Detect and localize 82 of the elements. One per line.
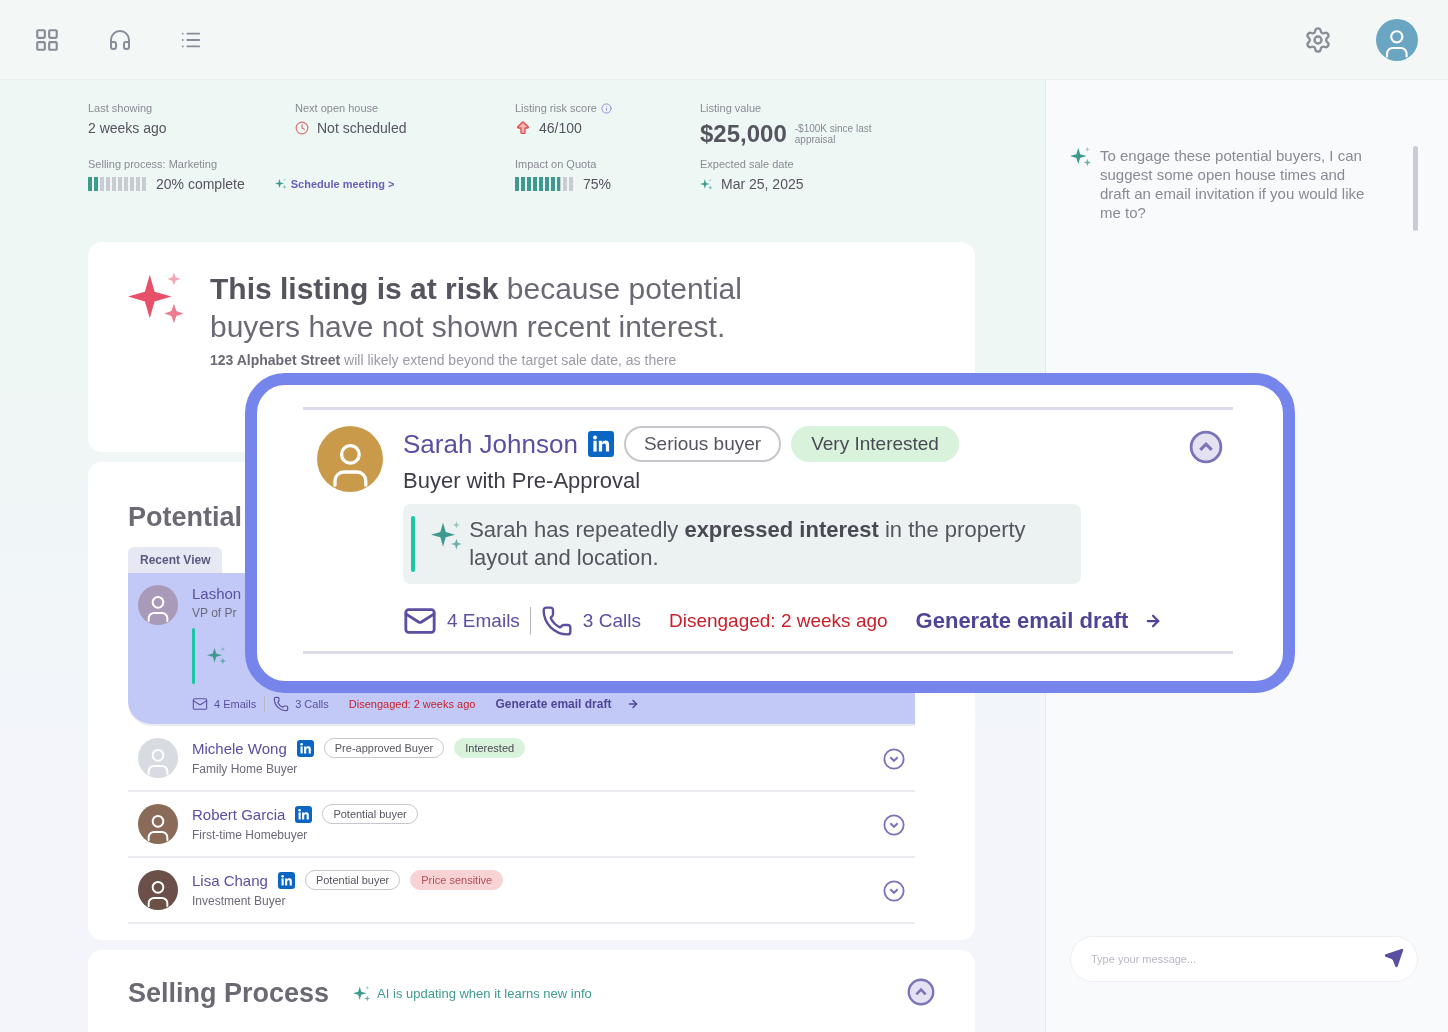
buyer-tag: Price sensitive [410,870,504,890]
send-button[interactable] [1384,948,1404,968]
metric-value: Mar 25, 2025 [721,176,804,192]
metric-value: 46/100 [539,120,582,136]
info-icon [600,102,612,114]
ai-note: AI is updating when it learns new info [353,984,592,1003]
arrow-up-icon [515,120,531,136]
expand-button[interactable] [883,814,905,836]
buyer-role: Buyer with Pre-Approval [403,468,642,494]
metric-value: 75% [583,176,612,192]
buyer-row[interactable]: Michele Wong Pre-approved Buyer Interested Family Home Buyer [128,726,915,792]
metric-label: Selling process: Marketing [88,158,218,170]
metric-label: Last showing [88,102,154,114]
buyer-name[interactable]: Lisa Chang [192,871,268,889]
buyer-tag: Serious buyer [623,426,782,462]
insight-text: Sarah has repeatedly expressed interest in the property layout and location. [469,516,1027,572]
buyer-row[interactable]: Lisa Chang Potential buyer Price sensitive Investment Buyer [128,858,915,924]
metric-label: Impact on Quota [515,158,598,170]
metric-label: Listing value [700,102,763,114]
buyer-tag: Very Interested [791,426,959,462]
buyer-role: First-time Homebuyer [192,828,309,842]
metric-value: 20% complete [156,176,245,192]
metric-value: 2 weeks ago [88,120,167,136]
buyer-name[interactable]: Robert Garcia [192,805,286,823]
arrow-right-icon [627,698,640,710]
buyer-tag: Potential buyer [322,804,418,824]
risk-description: 123 Alphabet Street will likely extend beyond the target sale date, as there [210,352,678,368]
buyer-role: VP of Pr [192,606,238,620]
schedule-link[interactable]: Schedule meeting > [274,178,395,190]
emails-count[interactable]: 4 Emails [403,604,520,638]
expand-button[interactable] [883,880,905,902]
avatar [1376,18,1418,61]
emails-count[interactable]: 4 Emails [192,696,257,712]
calls-count[interactable]: 3 Calls [273,696,329,712]
generate-email-button[interactable]: Generate email draft [495,697,640,711]
status-text: Disengaged: 2 weeks ago [348,698,476,710]
metric-note: -$100K since last appraisal [794,123,873,145]
status-text: Disengaged: 2 weeks ago [668,610,888,632]
metric-value: $25,000 [700,120,787,148]
phone-icon [273,696,290,712]
tab[interactable]: Recent View [128,547,223,573]
linkedin-icon[interactable] [295,805,313,823]
message-input[interactable]: Type your message... [1070,936,1418,982]
card-title: Potential [128,502,242,533]
collapse-button[interactable] [907,978,935,1006]
avatar [138,804,178,844]
sparkle-icon [274,178,287,190]
metric-label: Expected sale date [700,158,795,170]
metric-label: Next open house [295,102,380,114]
generate-email-button[interactable]: Generate email draft [915,608,1163,634]
buyer-name[interactable]: Lashon [192,585,242,602]
buyer-row[interactable]: Robert Garcia Potential buyer First-time Homebuyer [128,792,915,858]
collapse-button[interactable] [1189,430,1223,464]
buyer-tag: Pre-approved Buyer [323,738,445,758]
linkedin-icon[interactable] [277,871,295,889]
expand-button[interactable] [883,748,905,770]
avatar [138,870,178,910]
linkedin-icon[interactable] [587,431,614,457]
progress-bar [515,177,575,191]
sparkle-icon [353,984,372,1003]
progress-bar [88,177,148,191]
buyer-name[interactable]: Michele Wong [192,739,287,757]
sparkle-icon [1070,146,1092,168]
assistant-message: To engage these potential buyers, I can suggest some open house times and draft an email invitation if you would like me to? [1100,146,1366,223]
sparkle-icon [700,177,713,191]
avatar [138,585,178,625]
risk-headline: This listing is at risk because potential buyers have not shown recent interest. [210,271,743,345]
buyer-role: Investment Buyer [192,894,287,908]
buyer-name[interactable]: Sarah Johnson [403,428,578,460]
avatar [138,738,178,778]
calls-count[interactable]: 3 Calls [540,605,641,637]
metric-label: Listing risk score [515,102,700,114]
linkedin-icon[interactable] [296,739,314,757]
buyer-tag: Interested [454,738,526,758]
phone-icon [540,605,573,637]
card-title: Selling Process [128,978,330,1009]
metric-value: Not scheduled [317,120,407,136]
sparkle-icon [207,646,227,666]
clock-icon [295,121,309,135]
buyer-tag: Potential buyer [304,870,401,890]
buyer-role: Family Home Buyer [192,762,299,776]
mail-icon [192,696,208,712]
